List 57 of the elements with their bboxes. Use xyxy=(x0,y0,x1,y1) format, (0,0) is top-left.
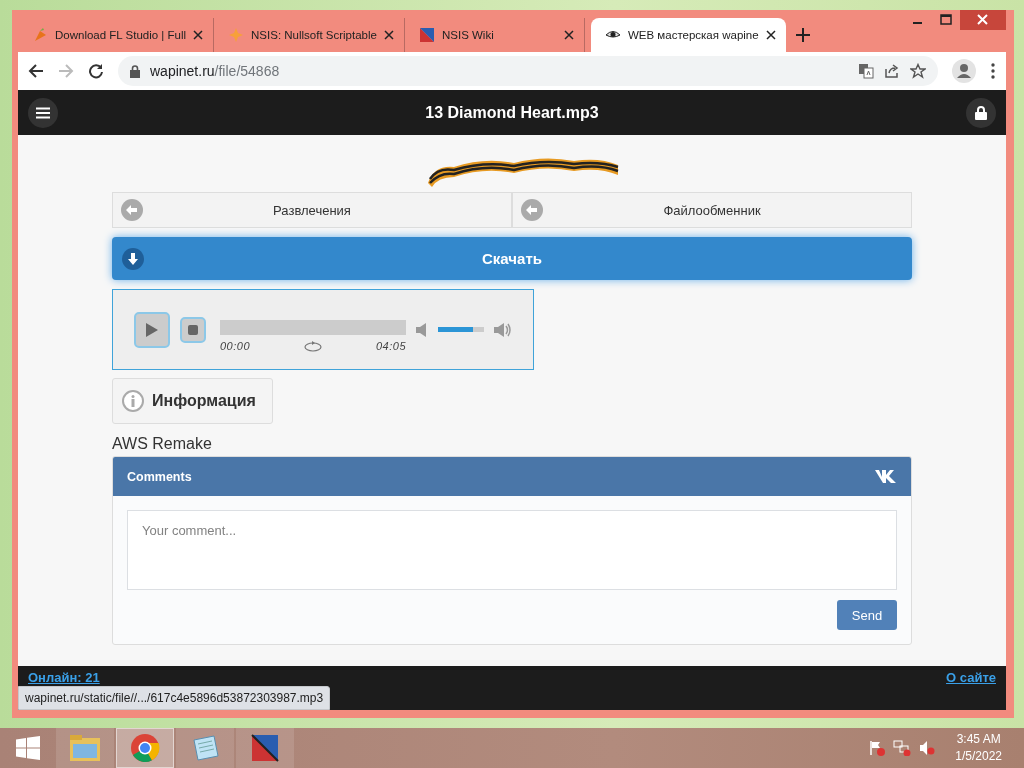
notepad-icon xyxy=(190,734,220,762)
close-icon[interactable] xyxy=(193,30,204,40)
windows-logo-icon[interactable] xyxy=(16,736,40,760)
share-icon[interactable] xyxy=(884,63,900,79)
play-icon xyxy=(146,322,158,337)
elapsed-time: 00:00 xyxy=(220,339,251,352)
nav-button[interactable]: Файлообменник xyxy=(512,192,912,228)
star-icon xyxy=(228,27,245,43)
volume-slider[interactable] xyxy=(438,327,484,332)
comment-field[interactable]: Your comment... xyxy=(127,510,897,590)
nsis-logo-icon xyxy=(418,27,435,43)
bookmark-star-icon[interactable] xyxy=(910,63,926,79)
reload-icon[interactable] xyxy=(88,63,104,79)
download-button[interactable]: Скачать xyxy=(112,237,912,280)
download-icon xyxy=(122,247,144,270)
menu-icon xyxy=(36,106,50,119)
folder-icon xyxy=(69,734,101,762)
menu-icon[interactable] xyxy=(990,63,996,79)
taskbar-clock[interactable]: 3:45 AM 1/5/2022 xyxy=(955,731,1002,765)
info-button[interactable]: Информация xyxy=(112,378,273,424)
status-url-tooltip: wapinet.ru/static/file//.../617c4e5896d53872303987.mp3 xyxy=(18,686,331,710)
taskbar-app[interactable] xyxy=(236,728,294,768)
translate-icon[interactable] xyxy=(858,63,874,79)
clock-time: 3:45 AM xyxy=(956,731,1001,748)
chrome-icon xyxy=(130,733,160,763)
flag-error-icon[interactable] xyxy=(869,740,886,756)
comments-title: Comments xyxy=(127,469,193,484)
browser-tab[interactable]: WEB мастерская wapine xyxy=(590,18,786,52)
lock-icon xyxy=(130,64,140,78)
play-button[interactable] xyxy=(134,311,170,348)
vk-logo-icon xyxy=(875,470,897,483)
new-tab-icon[interactable] xyxy=(795,28,810,42)
nav-button[interactable]: Развлечения xyxy=(112,192,512,228)
profile-icon[interactable] xyxy=(952,59,976,83)
muted-speaker-icon[interactable] xyxy=(919,740,936,756)
stop-icon xyxy=(188,324,198,335)
lock-icon xyxy=(975,105,987,120)
nsis-logo-icon xyxy=(250,733,280,763)
description-text: AWS Remake xyxy=(112,435,213,453)
close-icon[interactable] xyxy=(383,30,394,40)
lock-button[interactable] xyxy=(966,97,996,128)
stop-button[interactable] xyxy=(180,316,206,343)
close-icon[interactable] xyxy=(563,30,574,40)
address-bar[interactable]: wapinet.ru/file/54868 xyxy=(118,56,938,86)
close-icon[interactable] xyxy=(765,30,776,40)
page-title: 13 Diamond Heart.mp3 xyxy=(424,103,600,122)
info-icon xyxy=(122,390,144,412)
back-icon[interactable] xyxy=(28,63,44,79)
repeat-icon[interactable] xyxy=(304,339,322,352)
network-icon[interactable] xyxy=(893,740,912,756)
taskbar-app[interactable] xyxy=(116,728,174,768)
duration-time: 04:05 xyxy=(375,339,406,352)
menu-button[interactable] xyxy=(28,97,58,128)
send-button[interactable]: Send xyxy=(837,600,897,630)
online-count-link[interactable]: Онлайн: 21 xyxy=(28,670,100,685)
clock-date: 1/5/2022 xyxy=(955,748,1002,765)
about-link[interactable]: О сайте xyxy=(946,670,996,685)
